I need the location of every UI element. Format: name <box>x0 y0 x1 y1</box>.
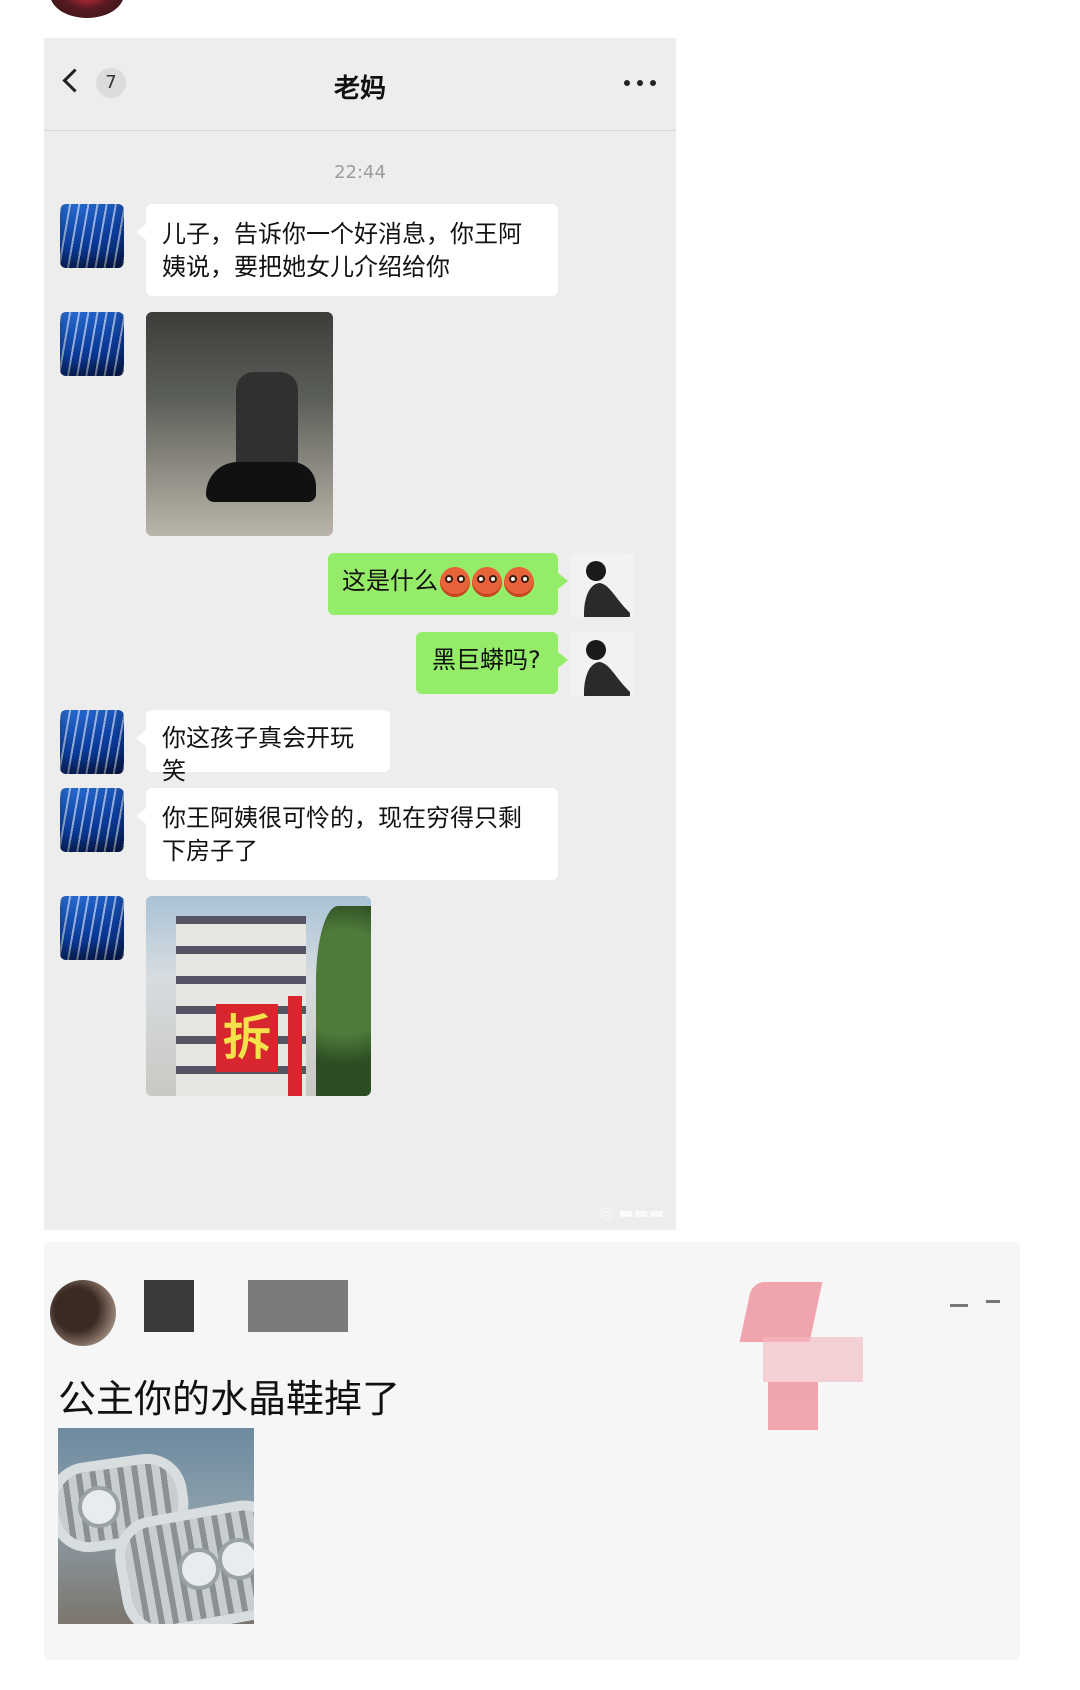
angry-emoji-icon <box>472 567 502 597</box>
comment-text: 公主你的水晶鞋掉了 <box>58 1377 401 1421</box>
mom-avatar[interactable] <box>60 204 124 268</box>
message-text: 你这孩子真会开玩笑 <box>162 724 354 785</box>
redacted-block <box>144 1280 194 1332</box>
message-timestamp: 22:44 <box>334 162 386 183</box>
shoe-photo[interactable] <box>146 312 333 536</box>
message-bubble[interactable]: 这是什么 <box>328 553 568 615</box>
message-bubble[interactable]: 你这孩子真会开玩笑 <box>136 710 390 785</box>
angry-emoji-icon <box>440 567 470 597</box>
chat-nav-bar: 7 老妈 <box>44 38 676 131</box>
mom-avatar[interactable] <box>60 312 124 376</box>
crystal-tank-tracks-photo[interactable] <box>58 1428 254 1624</box>
demolition-sign: 拆 <box>216 1004 278 1072</box>
redacted-username <box>248 1280 348 1332</box>
mom-avatar[interactable] <box>60 896 124 960</box>
demolition-building-photo[interactable]: 拆 <box>146 896 371 1096</box>
message-bubble[interactable]: 黑巨蟒吗? <box>416 632 568 694</box>
mom-avatar[interactable] <box>60 710 124 774</box>
sparkle-icon <box>950 1296 1010 1312</box>
more-icon[interactable] <box>624 80 658 88</box>
message-text: 黑巨蟒吗? <box>432 646 541 674</box>
poster-avatar[interactable] <box>50 0 124 18</box>
message-bubble[interactable]: 儿子，告诉你一个好消息，你王阿姨说，要把她女儿介绍给你 <box>136 204 558 296</box>
chat-title: 老妈 <box>333 74 386 104</box>
my-avatar[interactable] <box>570 632 634 696</box>
commenter-avatar[interactable] <box>50 1280 116 1346</box>
message-bubble[interactable]: 你王阿姨很可怜的，现在穷得只剩下房子了 <box>136 788 558 880</box>
message-text: 你王阿姨很可怜的，现在穷得只剩下房子了 <box>162 804 522 865</box>
angry-emoji-icon <box>504 567 534 597</box>
chat-screenshot: 7 老妈 22:44 儿子，告诉你一个好消息，你王阿姨说，要把她女儿介绍给你 这… <box>44 38 676 1230</box>
my-avatar[interactable] <box>570 553 634 617</box>
like-sticker-icon[interactable] <box>708 1282 878 1432</box>
message-text: 儿子，告诉你一个好消息，你王阿姨说，要把她女儿介绍给你 <box>162 220 522 281</box>
message-text: 这是什么 <box>342 567 438 595</box>
watermark-logo: ◎ ▬▬▬ <box>599 1203 664 1222</box>
mom-avatar[interactable] <box>60 788 124 852</box>
